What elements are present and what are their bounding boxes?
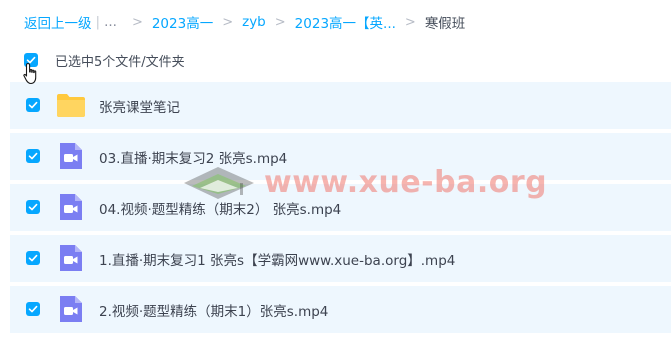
- check-icon: [28, 152, 38, 160]
- hand-cursor-icon: [23, 62, 37, 85]
- video-file-icon: [60, 143, 82, 169]
- row-checkbox[interactable]: [26, 98, 40, 112]
- breadcrumb-item[interactable]: 2023高一: [152, 12, 213, 32]
- breadcrumb-item[interactable]: 2023高一【英...: [295, 12, 396, 32]
- breadcrumb-current: 寒假班: [424, 16, 466, 32]
- selection-count-label: 已选中5个文件/文件夹: [55, 54, 185, 70]
- file-row-video[interactable]: 03.直播·期末复习2 张亮s.mp4: [10, 133, 671, 180]
- breadcrumb-ellipsis[interactable]: ...: [104, 14, 117, 30]
- row-checkbox[interactable]: [26, 302, 40, 316]
- folder-icon: [57, 94, 85, 117]
- file-row-folder[interactable]: 张亮课堂笔记: [10, 82, 671, 129]
- file-name[interactable]: 03.直播·期末复习2 张亮s.mp4: [99, 147, 287, 167]
- chevron-right-icon: >: [222, 14, 234, 30]
- check-icon: [28, 203, 38, 211]
- video-file-icon: [60, 296, 82, 322]
- check-icon: [28, 101, 38, 109]
- chevron-right-icon: >: [274, 14, 286, 30]
- check-icon: [28, 305, 38, 313]
- breadcrumb-divider: |: [95, 14, 101, 30]
- breadcrumb: 返回上一级 | ... > 2023高一 > zyb > 2023高一【英...…: [24, 12, 465, 32]
- file-name[interactable]: 1.直播·期末复习1 张亮s【学霸网www.xue-ba.org】.mp4: [99, 249, 455, 269]
- file-row-video[interactable]: 04.视频·题型精练（期末2） 张亮s.mp4: [10, 184, 671, 231]
- check-icon: [28, 254, 38, 262]
- chevron-right-icon: >: [404, 14, 416, 30]
- breadcrumb-item[interactable]: zyb: [242, 14, 266, 30]
- file-name[interactable]: 张亮课堂笔记: [99, 96, 180, 116]
- row-checkbox[interactable]: [26, 200, 40, 214]
- row-checkbox[interactable]: [26, 251, 40, 265]
- file-name[interactable]: 2.视频·题型精练（期末1）张亮s.mp4: [99, 300, 328, 320]
- select-all-row: 已选中5个文件/文件夹: [24, 50, 185, 70]
- file-row-video[interactable]: 2.视频·题型精练（期末1）张亮s.mp4: [10, 286, 671, 333]
- video-file-icon: [60, 194, 82, 220]
- row-checkbox[interactable]: [26, 149, 40, 163]
- video-file-icon: [60, 245, 82, 271]
- file-row-video[interactable]: 1.直播·期末复习1 张亮s【学霸网www.xue-ba.org】.mp4: [10, 235, 671, 282]
- file-name[interactable]: 04.视频·题型精练（期末2） 张亮s.mp4: [99, 198, 341, 218]
- chevron-right-icon: >: [131, 14, 143, 30]
- back-link[interactable]: 返回上一级: [24, 12, 92, 32]
